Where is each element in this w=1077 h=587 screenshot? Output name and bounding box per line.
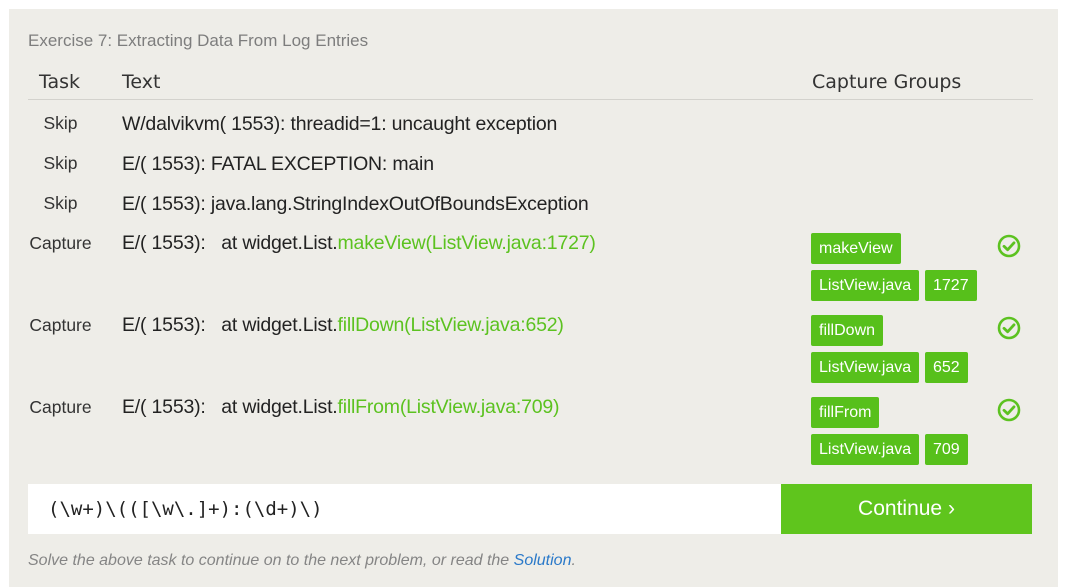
- continue-button[interactable]: Continue ›: [781, 484, 1032, 534]
- log-match: fillFrom(ListView.java:709): [337, 396, 560, 418]
- footer-note: Solve the above task to continue on to t…: [28, 552, 576, 570]
- log-line: E/( 1553): FATAL EXCEPTION: main: [122, 153, 434, 176]
- log-text: W/dalvikvm( 1553): threadid=1: uncaught …: [122, 113, 558, 135]
- task-label: Capture: [29, 315, 92, 335]
- check-circle-icon: [997, 398, 1021, 422]
- log-match: fillDown(ListView.java:652): [337, 314, 564, 336]
- task-label: Capture: [29, 233, 92, 253]
- capture-group-tag: makeView: [811, 233, 901, 264]
- task-label: Capture: [29, 397, 92, 417]
- header-text: Text: [122, 71, 161, 93]
- task-label: Skip: [43, 193, 78, 213]
- header-capture-groups: Capture Groups: [812, 71, 962, 93]
- task-label: Skip: [43, 113, 78, 133]
- log-line: E/( 1553): java.lang.StringIndexOutOfBou…: [122, 193, 589, 216]
- check-circle-icon: [997, 234, 1021, 258]
- log-line: E/( 1553): at widget.List.fillFrom(ListV…: [122, 396, 560, 419]
- footer-text: Solve the above task to continue on to t…: [28, 552, 514, 569]
- log-text: E/( 1553): java.lang.StringIndexOutOfBou…: [122, 193, 589, 215]
- log-text: E/( 1553): at widget.List.: [122, 396, 338, 418]
- log-text: E/( 1553): at widget.List.: [122, 314, 338, 336]
- log-text: E/( 1553): at widget.List.: [122, 232, 338, 254]
- solution-link[interactable]: Solution: [514, 552, 572, 569]
- capture-group-tag: fillDown: [811, 315, 884, 346]
- log-line: E/( 1553): at widget.List.fillDown(ListV…: [122, 314, 564, 337]
- capture-group-tag: 652: [925, 352, 968, 383]
- capture-group-tag: fillFrom: [811, 397, 880, 428]
- exercise-panel: Exercise 7: Extracting Data From Log Ent…: [9, 9, 1058, 587]
- log-text: E/( 1553): FATAL EXCEPTION: main: [122, 153, 434, 175]
- capture-group-tag: ListView.java: [811, 352, 920, 383]
- footer-end: .: [571, 552, 576, 569]
- task-label: Skip: [43, 153, 78, 173]
- capture-group-tag: ListView.java: [811, 434, 920, 465]
- capture-group-tag: ListView.java: [811, 270, 920, 301]
- exercise-title: Exercise 7: Extracting Data From Log Ent…: [28, 31, 369, 50]
- log-match: makeView(ListView.java:1727): [337, 232, 596, 254]
- header-task: Task: [39, 71, 81, 93]
- log-line: W/dalvikvm( 1553): threadid=1: uncaught …: [122, 113, 557, 136]
- regex-input[interactable]: (\w+)\(([\w\.]+):(\d+)\): [28, 484, 781, 534]
- check-circle-icon: [997, 316, 1021, 340]
- header-divider: [28, 99, 1033, 100]
- capture-group-tag: 709: [925, 434, 968, 465]
- capture-group-tag: 1727: [925, 270, 977, 301]
- log-line: E/( 1553): at widget.List.makeView(ListV…: [122, 232, 596, 255]
